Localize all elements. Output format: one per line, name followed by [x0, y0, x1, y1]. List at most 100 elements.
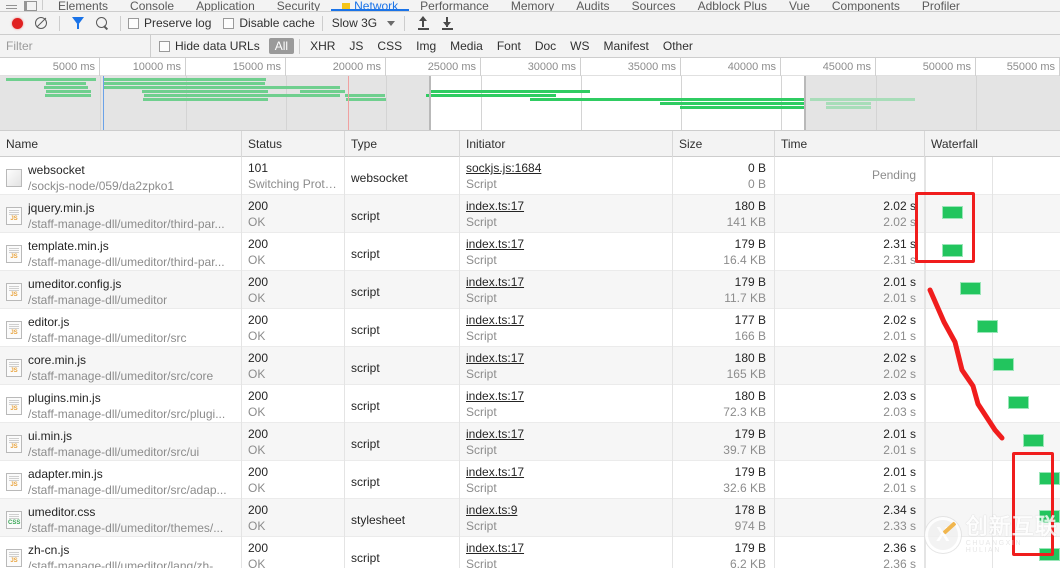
table-row[interactable]: websocket/sockjs-node/059/da2zpko1 101 Swi… [0, 157, 1060, 195]
overview-waterfall-graph[interactable] [0, 76, 1060, 130]
type-chip-img[interactable]: Img [410, 38, 442, 54]
waterfall-gridline [925, 233, 926, 271]
initiator-link[interactable]: index.ts:17 [466, 388, 666, 404]
waterfall-bar[interactable] [942, 244, 963, 257]
cell-name[interactable]: websocket/sockjs-node/059/da2zpko1 [0, 157, 242, 195]
cell-name[interactable]: JS editor.js/staff-manage-dll/umeditor/sr… [0, 309, 242, 347]
column-header-time[interactable]: Time [775, 130, 925, 157]
initiator-link[interactable]: index.ts:17 [466, 464, 666, 480]
cell-name[interactable]: JS jquery.min.js/staff-manage-dll/umedito… [0, 195, 242, 233]
tab-adblock-plus[interactable]: Adblock Plus [687, 0, 778, 11]
tab-elements[interactable]: Elements [47, 0, 119, 11]
request-table-body[interactable]: websocket/sockjs-node/059/da2zpko1 101 Swi… [0, 157, 1060, 568]
tab-components[interactable]: Components [821, 0, 911, 11]
type-chip-font[interactable]: Font [491, 38, 527, 54]
initiator-link[interactable]: index.ts:17 [466, 426, 666, 442]
table-row[interactable]: JS ui.min.js/staff-manage-dll/umeditor/sr… [0, 423, 1060, 461]
cell-type: script [345, 423, 460, 461]
filter-input[interactable] [0, 35, 150, 57]
tab-memory[interactable]: Memory [500, 0, 565, 11]
preserve-log-checkbox[interactable]: Preserve log [128, 16, 211, 30]
waterfall-bar[interactable] [1039, 472, 1060, 485]
type-chip-other[interactable]: Other [657, 38, 699, 54]
cell-name[interactable]: JS ui.min.js/staff-manage-dll/umeditor/sr… [0, 423, 242, 461]
waterfall-bar[interactable] [977, 320, 998, 333]
tab-profiler[interactable]: Profiler [911, 0, 971, 11]
waterfall-bar[interactable] [993, 358, 1014, 371]
waterfall-bar[interactable] [1023, 434, 1044, 447]
tab-network[interactable]: Network [331, 0, 410, 11]
table-row[interactable]: JS template.min.js/staff-manage-dll/umedi… [0, 233, 1060, 271]
cell-name[interactable]: JS zh-cn.js/staff-manage-dll/umeditor/lan… [0, 537, 242, 568]
type-chip-manifest[interactable]: Manifest [598, 38, 655, 54]
column-header-waterfall[interactable]: Waterfall [925, 131, 1060, 157]
initiator-link[interactable]: index.ts:17 [466, 312, 666, 328]
cell-time: 2.02 s 2.02 s [775, 195, 925, 233]
export-har-button[interactable] [436, 13, 458, 33]
tab-vue[interactable]: Vue [778, 0, 821, 11]
cell-name[interactable]: JS core.min.js/staff-manage-dll/umeditor/… [0, 347, 242, 385]
record-button[interactable] [6, 13, 28, 33]
cell-name[interactable]: CSS umeditor.css/staff-manage-dll/umedito… [0, 499, 242, 537]
cell-name[interactable]: JS template.min.js/staff-manage-dll/umedi… [0, 233, 242, 271]
waterfall-bar[interactable] [1039, 548, 1060, 561]
type-chip-ws[interactable]: WS [564, 38, 595, 54]
table-row[interactable]: JS jquery.min.js/staff-manage-dll/umedito… [0, 195, 1060, 233]
latency-time: 2.36 s [883, 557, 916, 568]
tab-security[interactable]: Security [266, 0, 331, 11]
table-row[interactable]: JS editor.js/staff-manage-dll/umeditor/sr… [0, 309, 1060, 347]
type-chip-css[interactable]: CSS [371, 38, 408, 54]
cell-waterfall [925, 271, 1060, 309]
column-header-status[interactable]: Status [242, 130, 345, 157]
table-row[interactable]: JS adapter.min.js/staff-manage-dll/umedit… [0, 461, 1060, 499]
type-chip-all[interactable]: All [268, 38, 295, 54]
initiator-link[interactable]: index.ts:17 [466, 274, 666, 290]
waterfall-bar[interactable] [1008, 396, 1029, 409]
waterfall-bar[interactable] [1039, 510, 1060, 523]
table-row[interactable]: JS core.min.js/staff-manage-dll/umeditor/… [0, 347, 1060, 385]
cell-name[interactable]: JS adapter.min.js/staff-manage-dll/umedit… [0, 461, 242, 499]
table-row[interactable]: CSS umeditor.css/staff-manage-dll/umedito… [0, 499, 1060, 537]
cell-name[interactable]: JS umeditor.config.js/staff-manage-dll/um… [0, 271, 242, 309]
tab-sources[interactable]: Sources [621, 0, 687, 11]
clear-button[interactable] [30, 13, 52, 33]
column-header-initiator[interactable]: Initiator [460, 130, 673, 157]
import-har-button[interactable] [412, 13, 434, 33]
initiator-link[interactable]: index.ts:9 [466, 502, 666, 518]
overview-request-bar [44, 86, 88, 89]
table-row[interactable]: JS zh-cn.js/staff-manage-dll/umeditor/lan… [0, 537, 1060, 568]
type-chip-media[interactable]: Media [444, 38, 489, 54]
type-chip-js[interactable]: JS [343, 38, 369, 54]
initiator-link[interactable]: index.ts:17 [466, 540, 666, 556]
disable-cache-checkbox[interactable]: Disable cache [223, 16, 315, 30]
tab-console[interactable]: Console [119, 0, 185, 11]
overview-selection-handle-left[interactable] [429, 76, 431, 130]
waterfall-bar[interactable] [942, 206, 963, 219]
type-chip-doc[interactable]: Doc [529, 38, 562, 54]
table-row[interactable]: JS umeditor.config.js/staff-manage-dll/um… [0, 271, 1060, 309]
search-button[interactable] [91, 13, 113, 33]
overview-selection-handle-right[interactable] [804, 76, 806, 130]
initiator-link[interactable]: index.ts:17 [466, 350, 666, 366]
column-header-size[interactable]: Size [673, 130, 775, 157]
column-header-type[interactable]: Type [345, 130, 460, 157]
network-overview[interactable]: 5000 ms 10000 ms 15000 ms 20000 ms 25000 ms 3… [0, 58, 1060, 131]
cell-type: script [345, 309, 460, 347]
request-filename: adapter.min.js [28, 466, 103, 481]
initiator-link[interactable]: index.ts:17 [466, 198, 666, 214]
hide-data-urls-checkbox[interactable]: Hide data URLs [151, 39, 268, 53]
tab-audits[interactable]: Audits [565, 0, 620, 11]
tab-performance[interactable]: Performance [409, 0, 500, 11]
menu-icon[interactable] [6, 0, 17, 11]
dock-side-icon[interactable] [23, 0, 37, 11]
column-header-name[interactable]: Name [0, 130, 242, 157]
initiator-link[interactable]: sockjs.js:1684 [466, 160, 666, 176]
filter-toggle-button[interactable] [67, 13, 89, 33]
table-row[interactable]: JS plugins.min.js/staff-manage-dll/umedit… [0, 385, 1060, 423]
tab-application[interactable]: Application [185, 0, 266, 11]
initiator-link[interactable]: index.ts:17 [466, 236, 666, 252]
cell-name[interactable]: JS plugins.min.js/staff-manage-dll/umedit… [0, 385, 242, 423]
waterfall-bar[interactable] [960, 282, 981, 295]
throttling-select[interactable]: Slow 3G [330, 16, 397, 30]
type-chip-xhr[interactable]: XHR [304, 38, 341, 54]
